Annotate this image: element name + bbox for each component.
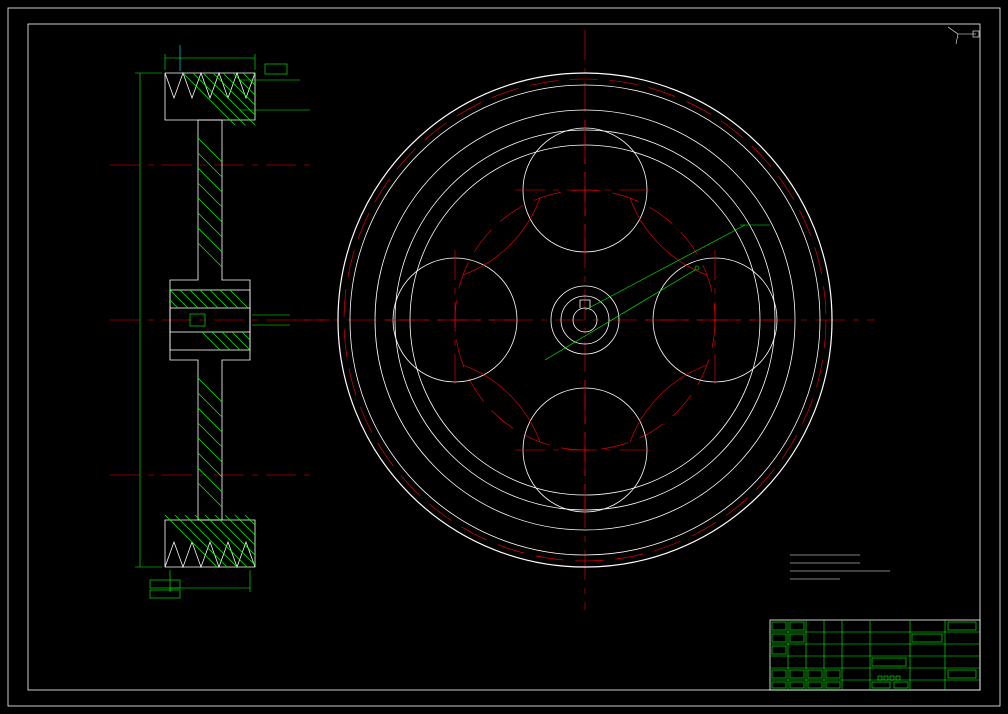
title-block xyxy=(770,620,980,690)
front-view xyxy=(295,30,875,610)
leaders-front xyxy=(545,225,770,360)
notes-block xyxy=(790,555,890,579)
dimension-lines xyxy=(135,54,310,598)
ucs-icon xyxy=(948,27,979,44)
section-view xyxy=(110,20,330,600)
cad-drawing xyxy=(0,0,1008,714)
hatching xyxy=(130,20,330,600)
border-outer xyxy=(8,8,1000,706)
